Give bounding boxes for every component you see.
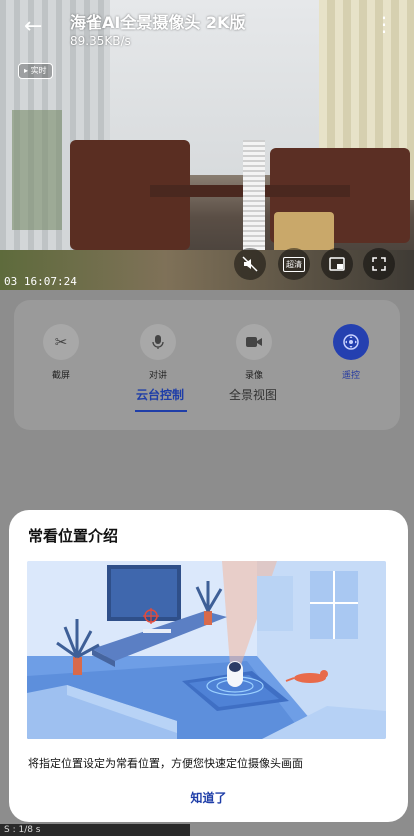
status-strip: S : 1/8 s — [0, 824, 190, 836]
video-timestamp: 03 16:07:24 — [4, 275, 77, 288]
panel-tabs: 云台控制 全景视图 — [0, 386, 414, 416]
intercom-button[interactable]: 对讲 — [128, 324, 188, 381]
tab-ptz-control[interactable]: 云台控制 — [136, 386, 184, 403]
remote-control-button[interactable]: 遥控 — [321, 324, 381, 381]
camera-title: 海雀AI全景摄像头 2K版 — [70, 13, 246, 32]
hd-label: 超清 — [283, 256, 305, 272]
dialog-title: 常看位置介绍 — [28, 527, 119, 545]
live-badge-label: 实时 — [30, 66, 47, 75]
live-badge: ▸ 实时 — [18, 63, 53, 79]
video-title-bar: ← 海雀AI全景摄像头 2K版 89.35KB/s ⋮ — [0, 0, 414, 60]
scene-tower-fan — [243, 140, 265, 250]
screenshot-icon: ✂ — [43, 324, 79, 360]
remote-control-icon — [333, 324, 369, 360]
living-room-illustration — [27, 561, 386, 739]
got-it-button[interactable]: 知道了 — [9, 789, 408, 806]
screenshot-label: 截屏 — [51, 371, 70, 381]
hd-icon[interactable]: 超清 — [278, 248, 310, 280]
remote-control-label: 遥控 — [341, 371, 360, 381]
favorite-position-intro-dialog: 常看位置介绍 将指定位置设定为常看位置，方便您快速定位摄像头画面 知道了 — [9, 510, 408, 822]
mute-icon[interactable] — [234, 248, 266, 280]
camera-live-view[interactable]: ← 海雀AI全景摄像头 2K版 89.35KB/s ⋮ ▸ 实时 超清 03 1… — [0, 0, 414, 290]
scene-window — [12, 110, 62, 230]
active-tab-indicator — [135, 410, 187, 412]
screenshot-button[interactable]: ✂ 截屏 — [31, 324, 91, 381]
more-vertical-icon[interactable]: ⋮ — [374, 12, 394, 36]
record-button[interactable]: 录像 — [224, 324, 284, 381]
arrow-left-icon[interactable]: ← — [24, 16, 42, 38]
record-label: 录像 — [244, 371, 263, 381]
intercom-label: 对讲 — [148, 371, 167, 381]
picture-in-picture-icon[interactable] — [321, 248, 353, 280]
video-record-icon — [236, 324, 272, 360]
tab-panorama-view[interactable]: 全景视图 — [229, 386, 277, 403]
fullscreen-icon[interactable] — [363, 248, 395, 280]
microphone-icon — [140, 324, 176, 360]
stream-speed: 89.35KB/s — [70, 34, 131, 48]
dialog-description: 将指定位置设定为常看位置，方便您快速定位摄像头画面 — [28, 757, 303, 770]
